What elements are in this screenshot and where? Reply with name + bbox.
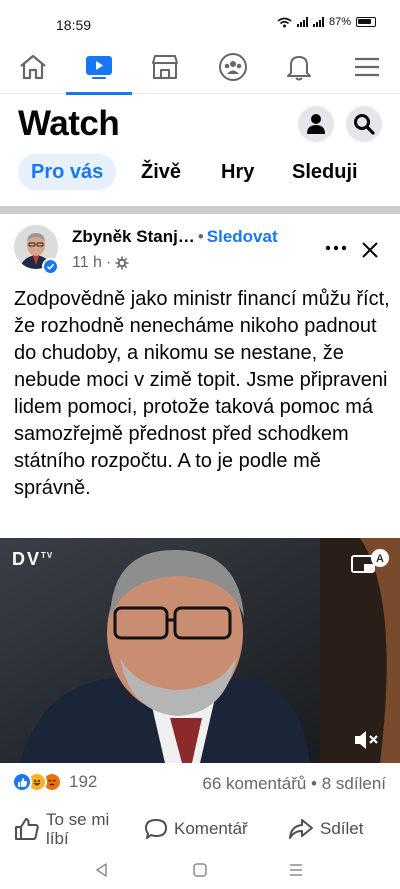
back-icon	[96, 863, 107, 877]
battery-icon	[356, 17, 376, 27]
post-time[interactable]: 11 h	[72, 254, 102, 272]
system-home-button[interactable]	[188, 860, 212, 880]
status-time: 18:59	[56, 17, 92, 33]
meta-separator: ·	[105, 254, 112, 271]
picture-in-picture-button[interactable]: A	[350, 548, 390, 578]
wifi-icon	[277, 17, 292, 27]
mute-button[interactable]	[352, 728, 380, 752]
menu-icon	[355, 57, 379, 77]
watch-icon	[86, 56, 112, 79]
signal-icon	[296, 17, 308, 27]
battery-level: 87%	[328, 16, 351, 28]
tab-zive[interactable]: Živě	[141, 154, 181, 190]
close-icon	[362, 242, 378, 258]
like-icon	[12, 772, 32, 792]
page-title: Watch	[18, 104, 120, 143]
channel-logo-sup: TV	[41, 551, 54, 560]
tab-sleduji[interactable]: Sleduji	[292, 154, 358, 190]
counts-separator: •	[311, 774, 317, 793]
video-thumbnail	[0, 538, 400, 763]
system-recents-button[interactable]	[284, 860, 308, 880]
top-navbar	[0, 40, 400, 95]
profile-button[interactable]	[298, 106, 334, 142]
comment-button[interactable]: Komentář	[144, 804, 248, 854]
author-name[interactable]: Zbyněk Stanj…	[72, 227, 195, 246]
thumbs-up-icon	[15, 818, 39, 840]
more-options-button[interactable]	[324, 238, 348, 258]
comments-count[interactable]: 66 komentářů	[202, 774, 306, 793]
video-channel-logo: DVTV	[12, 549, 53, 570]
share-label: Sdílet	[320, 819, 364, 838]
shares-count[interactable]: 8 sdílení	[322, 774, 386, 793]
like-label-wrap: To se mi líbí	[46, 810, 130, 848]
reaction-summary[interactable]: 192	[12, 772, 97, 792]
muted-speaker-icon	[355, 731, 378, 749]
pip-icon: A	[351, 549, 389, 573]
nav-groups[interactable]	[200, 40, 266, 94]
groups-icon	[219, 53, 247, 81]
home-circle-icon	[193, 863, 207, 877]
category-tabs: Pro vás Živě Hry Sleduji	[18, 154, 400, 190]
nav-marketplace[interactable]	[132, 40, 198, 94]
channel-logo-text: DV	[12, 549, 42, 569]
tab-pro-vas[interactable]: Pro vás	[18, 154, 117, 190]
share-button[interactable]: Sdílet	[288, 804, 363, 854]
search-button[interactable]	[346, 106, 382, 142]
nav-home[interactable]	[0, 40, 66, 94]
post-author-line: Zbyněk Stanj… • Sledovat	[72, 227, 278, 247]
more-dots-icon	[325, 245, 347, 251]
nav-notifications[interactable]	[266, 40, 332, 94]
like-button[interactable]: To se mi líbí	[14, 804, 130, 854]
marketplace-icon	[152, 55, 178, 79]
signal-icon	[312, 17, 324, 27]
profile-icon	[307, 114, 325, 134]
share-icon	[289, 819, 313, 839]
comment-icon	[145, 819, 167, 839]
notifications-icon	[287, 56, 311, 81]
home-icon	[20, 54, 46, 80]
nav-watch[interactable]	[66, 40, 132, 95]
status-bar: 18:59 87%	[0, 0, 400, 40]
system-navigation	[0, 854, 400, 889]
post-meta: 11 h ·	[72, 254, 129, 272]
video-player[interactable]: DVTV A	[0, 538, 400, 763]
post-text: Zodpovědně jako ministr financí můžu říc…	[14, 288, 390, 499]
nav-menu[interactable]	[334, 40, 400, 94]
privacy-gear-icon	[115, 256, 129, 270]
status-icons: 87%	[277, 16, 376, 28]
system-back-button[interactable]	[90, 860, 114, 880]
tab-hry[interactable]: Hry	[221, 154, 254, 190]
section-divider	[0, 206, 400, 214]
verified-badge-icon	[42, 258, 59, 275]
like-label: To se mi líbí	[46, 810, 110, 848]
comment-label: Komentář	[174, 819, 248, 838]
author-separator: •	[197, 227, 204, 246]
reaction-count: 192	[69, 772, 98, 791]
engagement-counts: 66 komentářů • 8 sdílení	[202, 774, 386, 794]
search-icon	[354, 114, 375, 135]
recents-icon	[290, 864, 302, 876]
follow-button[interactable]: Sledovat	[207, 227, 278, 246]
hide-post-button[interactable]	[360, 240, 380, 260]
post-actions: To se mi líbí Komentář Sdílet	[0, 804, 400, 854]
svg-text:A: A	[376, 553, 384, 565]
